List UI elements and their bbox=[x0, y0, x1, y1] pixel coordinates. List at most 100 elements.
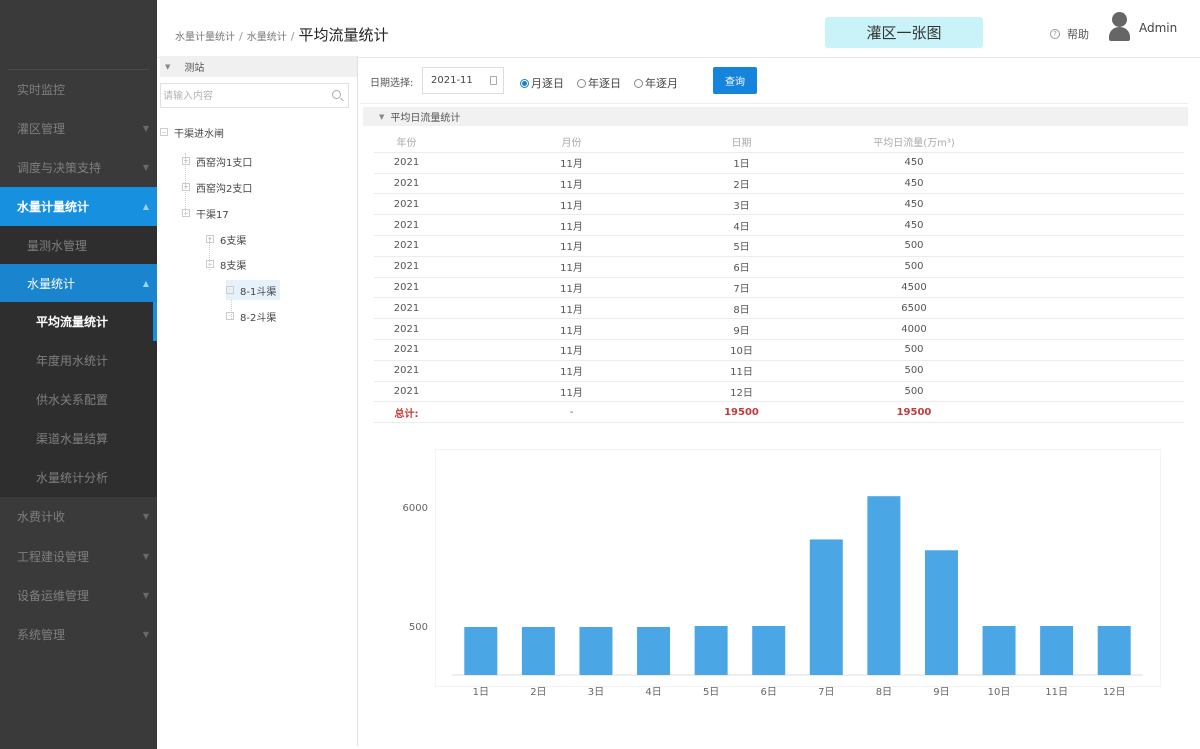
tree-node[interactable]: − 8支渠 bbox=[206, 254, 246, 274]
cell-avg-flow: 4000 bbox=[901, 323, 927, 335]
x-tick-label: 8日 bbox=[876, 687, 892, 698]
bar-7日[interactable] bbox=[809, 539, 843, 675]
expand-icon[interactable]: + bbox=[182, 157, 190, 165]
radio-unchecked-icon[interactable] bbox=[634, 78, 643, 88]
month-picker-value: 2021-11 bbox=[431, 75, 473, 86]
bar-9日[interactable] bbox=[924, 550, 958, 675]
cell-avg-flow: 500 bbox=[904, 344, 924, 356]
cell-year: 2021 bbox=[393, 157, 420, 169]
table-row: 2021 11月 5日 500 bbox=[374, 236, 1184, 257]
cell-avg-flow: 450 bbox=[904, 219, 924, 231]
bar-8日[interactable] bbox=[867, 496, 901, 675]
sidebar-item-label: 调度与决策支持 bbox=[17, 161, 102, 175]
breadcrumb-item[interactable]: 水量计量统计 bbox=[175, 28, 235, 43]
section-header[interactable]: ▼ 平均日流量统计 bbox=[363, 107, 1188, 126]
search-icon[interactable] bbox=[332, 90, 341, 99]
tree-node-label: 6支渠 bbox=[220, 235, 247, 247]
bar-3日[interactable] bbox=[579, 627, 613, 675]
month-picker[interactable]: 2021-11 bbox=[422, 67, 504, 94]
total-day: 19500 bbox=[724, 406, 759, 418]
tree-node[interactable]: − 干渠17 bbox=[182, 203, 229, 223]
bar-11日[interactable] bbox=[1040, 626, 1074, 675]
table-row: 2021 11月 2日 450 bbox=[374, 174, 1184, 195]
page-title: 平均流量统计 bbox=[298, 26, 389, 44]
cell-year: 2021 bbox=[393, 219, 420, 231]
irrigation-map-button[interactable]: 灌区一张图 bbox=[825, 17, 983, 48]
tree-node-selected[interactable]: · 8-1斗渠 bbox=[226, 280, 281, 300]
bar-4日[interactable] bbox=[637, 627, 671, 675]
sidebar-item-water-statistics[interactable]: 水量统计 ▲ bbox=[0, 264, 157, 303]
sidebar-item-water-metering[interactable]: 水量计量统计 ▲ bbox=[0, 187, 157, 226]
table-row: 2021 11月 11日 500 bbox=[374, 361, 1184, 382]
total-month: - bbox=[569, 406, 574, 418]
sidebar-item-label: 水量计量统计 bbox=[17, 200, 90, 214]
cell-day: 3日 bbox=[733, 200, 750, 212]
bar-2日[interactable] bbox=[521, 627, 555, 675]
collapse-icon[interactable]: − bbox=[206, 260, 214, 268]
sidebar-item-supply-relation-config[interactable]: 供水关系配置 bbox=[0, 380, 157, 419]
collapse-icon[interactable]: − bbox=[160, 128, 168, 136]
bar-10日[interactable] bbox=[982, 626, 1016, 675]
sidebar-item-irrigation-management[interactable]: 灌区管理 ▼ bbox=[0, 109, 157, 148]
user-menu[interactable]: Admin bbox=[1109, 12, 1177, 44]
bar-6日[interactable] bbox=[752, 626, 786, 675]
x-tick-label: 3日 bbox=[588, 687, 604, 698]
bar-5日[interactable] bbox=[694, 626, 728, 675]
radio-monthly-in-year[interactable]: 年逐月 bbox=[634, 75, 678, 91]
cell-day: 4日 bbox=[733, 221, 750, 233]
search-input[interactable] bbox=[161, 85, 321, 108]
sidebar-item-realtime-monitor[interactable]: 实时监控 bbox=[0, 70, 157, 109]
breadcrumb-item[interactable]: 水量统计 bbox=[247, 28, 287, 43]
x-tick-label: 12日 bbox=[1103, 687, 1126, 698]
leaf-icon: · bbox=[226, 286, 234, 294]
sidebar-item-annual-water-usage[interactable]: 年度用水统计 bbox=[0, 341, 157, 380]
x-tick-label: 5日 bbox=[703, 687, 719, 698]
bar-1日[interactable] bbox=[464, 627, 498, 675]
sidebar-item-construction-management[interactable]: 工程建设管理 ▼ bbox=[0, 537, 157, 576]
table-row: 2021 11月 10日 500 bbox=[374, 340, 1184, 361]
query-button[interactable]: 查询 bbox=[713, 67, 757, 94]
tree-node[interactable]: + 西窑沟2支口 bbox=[182, 177, 252, 197]
tree-node[interactable]: · 8-2斗渠 bbox=[226, 306, 276, 326]
sidebar-logo-area bbox=[8, 0, 149, 70]
x-tick-label: 7日 bbox=[818, 687, 834, 698]
x-tick-label: 4日 bbox=[645, 687, 661, 698]
breadcrumb-separator: / bbox=[290, 30, 295, 43]
cell-avg-flow: 450 bbox=[904, 157, 924, 169]
sidebar-item-channel-settlement[interactable]: 渠道水量结算 bbox=[0, 419, 157, 458]
radio-daily-in-year[interactable]: 年逐日 bbox=[577, 75, 621, 91]
radio-label: 月逐日 bbox=[531, 77, 564, 90]
sidebar-item-water-fee[interactable]: 水费计收 ▼ bbox=[0, 497, 157, 536]
expand-icon[interactable]: + bbox=[206, 235, 214, 243]
cell-avg-flow: 450 bbox=[904, 198, 924, 210]
bar-12日[interactable] bbox=[1097, 626, 1131, 675]
tree-node[interactable]: + 西窑沟1支口 bbox=[182, 151, 252, 171]
tree-header[interactable]: ▼ 测站 bbox=[160, 56, 357, 77]
sidebar-item-water-analysis[interactable]: 水量统计分析 bbox=[0, 458, 157, 497]
sidebar-item-dispatch-decision[interactable]: 调度与决策支持 ▼ bbox=[0, 148, 157, 187]
radio-checked-icon[interactable] bbox=[520, 78, 529, 88]
sidebar-item-label: 水量统计分析 bbox=[36, 471, 109, 485]
sidebar-item-label: 设备运维管理 bbox=[17, 589, 90, 603]
sidebar-item-measurement-management[interactable]: 量测水管理 bbox=[0, 226, 157, 265]
column-header-day: 日期 bbox=[731, 138, 752, 150]
tree-node[interactable]: + 6支渠 bbox=[206, 229, 246, 249]
cell-avg-flow: 6500 bbox=[901, 302, 927, 314]
sidebar-item-equipment-maintenance[interactable]: 设备运维管理 ▼ bbox=[0, 576, 157, 615]
sidebar-item-average-flow[interactable]: 平均流量统计 bbox=[0, 302, 157, 341]
help-link[interactable]: ? 帮助 bbox=[1050, 26, 1089, 42]
sidebar-item-label: 系统管理 bbox=[17, 628, 66, 642]
sidebar-item-label: 水量统计 bbox=[27, 277, 76, 291]
radio-unchecked-icon[interactable] bbox=[577, 78, 586, 88]
collapse-icon[interactable]: − bbox=[182, 209, 190, 217]
radio-daily-in-month[interactable]: 月逐日 bbox=[520, 75, 564, 91]
expand-icon[interactable]: + bbox=[182, 183, 190, 191]
calendar-icon[interactable] bbox=[490, 76, 497, 85]
sidebar-item-system-management[interactable]: 系统管理 ▼ bbox=[0, 615, 157, 654]
cell-month: 11月 bbox=[560, 200, 583, 212]
tree-node[interactable]: − 干渠进水闸 bbox=[160, 122, 224, 142]
x-tick-label: 11日 bbox=[1045, 687, 1068, 698]
cell-year: 2021 bbox=[393, 365, 420, 377]
help-icon: ? bbox=[1050, 29, 1060, 39]
breadcrumb: 水量计量统计 / 水量统计 / 平均流量统计 bbox=[175, 24, 388, 45]
